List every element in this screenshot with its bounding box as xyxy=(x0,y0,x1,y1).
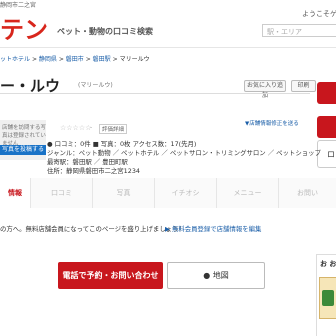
owner-register-link[interactable]: ▶ 無料会員登録で店舗情報を編集 xyxy=(165,224,261,233)
shop-address: 住所：静岡県磐田市二之宮1234 xyxy=(47,167,140,175)
phone-reserve-label: 電話で予約・お問い合わせ xyxy=(62,271,159,280)
access-count: アクセス数：17(先月) xyxy=(132,140,197,148)
add-favorite-button[interactable]: お気に入り追加 xyxy=(244,80,286,99)
photo-count[interactable]: 写真：0枚 xyxy=(101,140,131,148)
comment-icon: ● xyxy=(47,140,53,148)
tab-photos[interactable]: 写真 xyxy=(92,178,154,208)
title-divider xyxy=(0,93,310,94)
page-title-kana: (マリールウ) xyxy=(78,82,113,89)
map-pin-icon: ● xyxy=(203,271,211,280)
tab-reviews[interactable]: 口コミ xyxy=(30,178,92,208)
site-logo[interactable]: テン xyxy=(0,10,48,45)
tab-info[interactable]: 情報 xyxy=(0,178,30,208)
side-action-label: ロコ xyxy=(327,150,336,159)
review-count[interactable]: 口コミ：0件 xyxy=(55,140,91,148)
breadcrumb-separator: > xyxy=(85,56,91,63)
location-text: 静岡市二之宮 xyxy=(0,2,37,9)
map-label: 地図 xyxy=(212,271,229,280)
shop-station: 最寄駅：磐田駅 ／ 豊田町駅 xyxy=(47,158,128,166)
side-action-button-1[interactable] xyxy=(317,82,336,104)
rating-detail-link[interactable]: 評価詳細 xyxy=(99,124,128,134)
welcome-text: ようこそゲ xyxy=(302,10,336,18)
tab-contact[interactable]: お問い xyxy=(278,178,336,208)
post-photo-button[interactable]: 写真を投稿する xyxy=(0,145,46,155)
side-panel-title: お お xyxy=(320,260,336,268)
breadcrumb-current: マリールウ xyxy=(119,56,150,63)
camera-icon: ■ xyxy=(92,140,99,148)
breadcrumb-item-station[interactable]: 磐田駅 xyxy=(93,56,111,63)
breadcrumb-separator: > xyxy=(58,56,64,63)
breadcrumb: ットホテル > 静岡県 > 磐田市 > 磐田駅 > マリールウ xyxy=(0,54,150,63)
phone-reserve-button[interactable]: 電話で予約・お問い合わせ xyxy=(58,262,163,289)
breadcrumb-item-city[interactable]: 磐田市 xyxy=(66,56,84,63)
map-button[interactable]: ● 地図 xyxy=(167,262,265,289)
rating-score: - xyxy=(90,124,93,131)
breadcrumb-separator: > xyxy=(31,56,37,63)
shop-tabs: 情報 口コミ 写真 イチオシ メニュー お問い xyxy=(0,178,336,208)
owner-notice: の方へ。無料店舗会員になってこのページを盛り上げましょう！ xyxy=(0,225,185,233)
side-action-button-2[interactable] xyxy=(317,116,336,138)
tab-menu[interactable]: メニュー xyxy=(216,178,278,208)
shop-stats: ● 口コミ：0件 ■ 写真：0枚 アクセス数：17(先月) xyxy=(47,140,196,149)
area-search-input[interactable]: 駅・エリア xyxy=(262,24,336,37)
edit-shop-info-link[interactable]: ▼店舗情報修正を送る xyxy=(245,119,299,127)
shop-genre: ジャンル：ペット動物 ／ ペットホテル ／ ペットサロン・トリミングサロン ／ … xyxy=(47,149,321,157)
site-tagline: ペット・動物の口コミ検索 xyxy=(57,27,153,36)
print-button[interactable]: 印刷 xyxy=(291,80,316,92)
tab-recommend[interactable]: イチオシ xyxy=(154,178,216,208)
breadcrumb-item-prefecture[interactable]: 静岡県 xyxy=(39,56,57,63)
breadcrumb-item-category[interactable]: ットホテル xyxy=(0,56,30,63)
rating-stars: ☆☆☆☆☆ xyxy=(60,124,92,132)
breadcrumb-separator: > xyxy=(112,56,118,63)
side-panel-figure xyxy=(322,290,334,306)
